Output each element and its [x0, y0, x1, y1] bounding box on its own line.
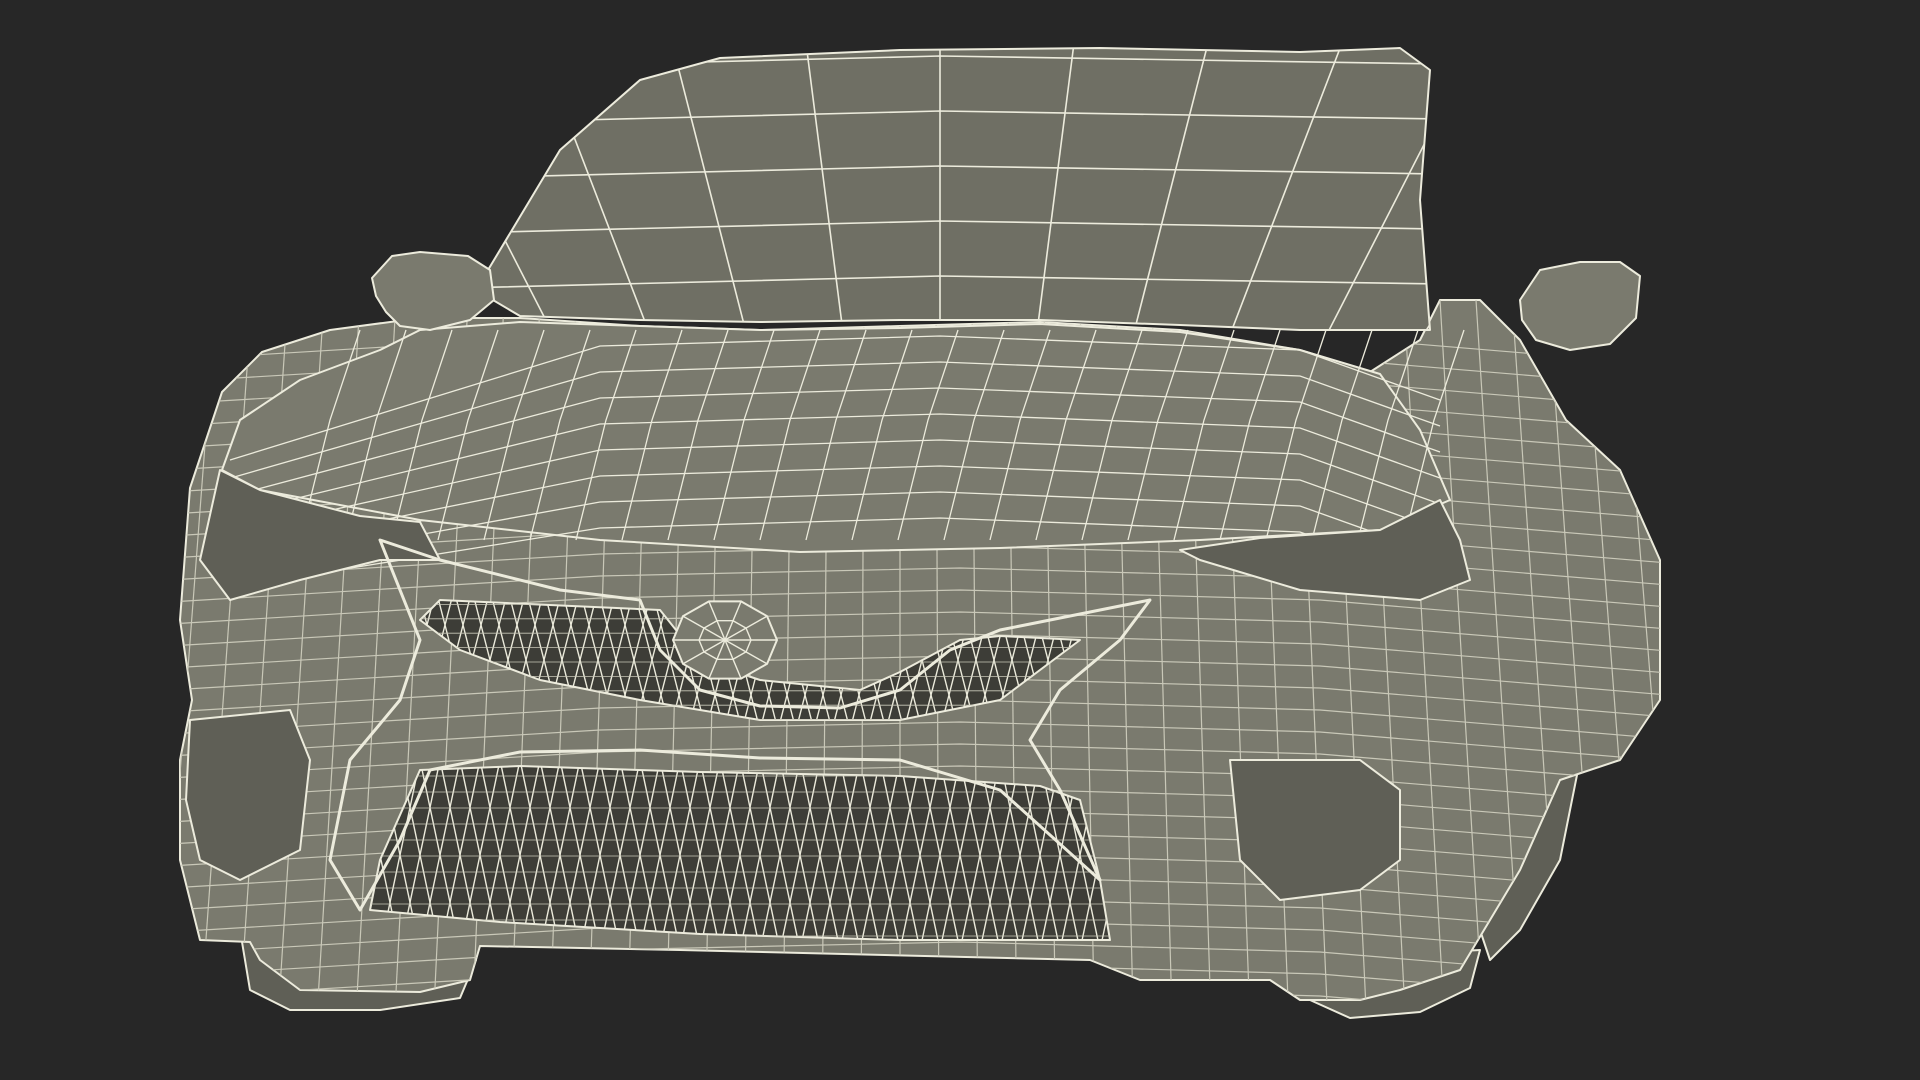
right-side-mirror	[1519, 261, 1641, 351]
hood	[221, 321, 1451, 553]
car-wireframe-render	[179, 47, 1661, 1019]
brand-emblem-icon	[671, 600, 779, 680]
left-fog-light	[185, 709, 311, 881]
windshield	[475, 47, 1431, 331]
render-viewport	[0, 0, 1920, 1080]
